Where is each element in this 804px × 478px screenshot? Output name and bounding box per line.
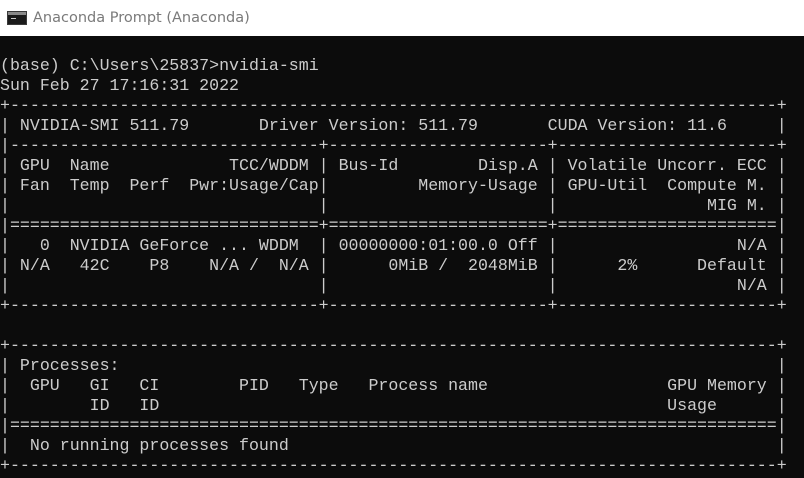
terminal-window: Anaconda Prompt (Anaconda) (base) C:\Use… <box>0 0 804 478</box>
version-line: | NVIDIA-SMI 511.79 Driver Version: 511.… <box>0 116 787 135</box>
processes-border-line: +---------------------------------------… <box>0 456 787 475</box>
gpu-header-line-3: | | | MIG M. | <box>0 196 787 215</box>
header-rule-line: |===============================+=======… <box>0 216 787 235</box>
title-bar[interactable]: Anaconda Prompt (Anaconda) <box>0 0 804 36</box>
gpu-header-line-2: | Fan Temp Perf Pwr:Usage/Cap| Memory-Us… <box>0 176 787 195</box>
processes-border-line: +---------------------------------------… <box>0 336 787 355</box>
processes-title-line: | Processes: | <box>0 356 787 375</box>
window-title: Anaconda Prompt (Anaconda) <box>33 10 250 26</box>
gpu-row-line-3: | | | N/A | <box>0 276 787 295</box>
gpu-row-line-1: | 0 NVIDIA GeForce ... WDDM | 00000000:0… <box>0 236 787 255</box>
table-border-line: +-------------------------------+-------… <box>0 296 787 315</box>
terminal-icon <box>7 11 27 25</box>
processes-header-line-1: | GPU GI CI PID Type Process name GPU Me… <box>0 376 787 395</box>
command-line: (base) C:\Users\25837>nvidia-smi <box>0 56 319 75</box>
table-border-line: +---------------------------------------… <box>0 96 787 115</box>
processes-rule-line: |=======================================… <box>0 416 787 435</box>
gpu-header-line-1: | GPU Name TCC/WDDM | Bus-Id Disp.A | Vo… <box>0 156 787 175</box>
processes-header-line-2: | ID ID Usage | <box>0 396 787 415</box>
gpu-row-line-2: | N/A 42C P8 N/A / N/A | 0MiB / 2048MiB … <box>0 256 787 275</box>
console-output[interactable]: (base) C:\Users\25837>nvidia-smi Sun Feb… <box>0 36 804 478</box>
timestamp-line: Sun Feb 27 17:16:31 2022 <box>0 76 239 95</box>
processes-row-line: | No running processes found | <box>0 436 787 455</box>
table-separator-line: |-------------------------------+-------… <box>0 136 787 155</box>
